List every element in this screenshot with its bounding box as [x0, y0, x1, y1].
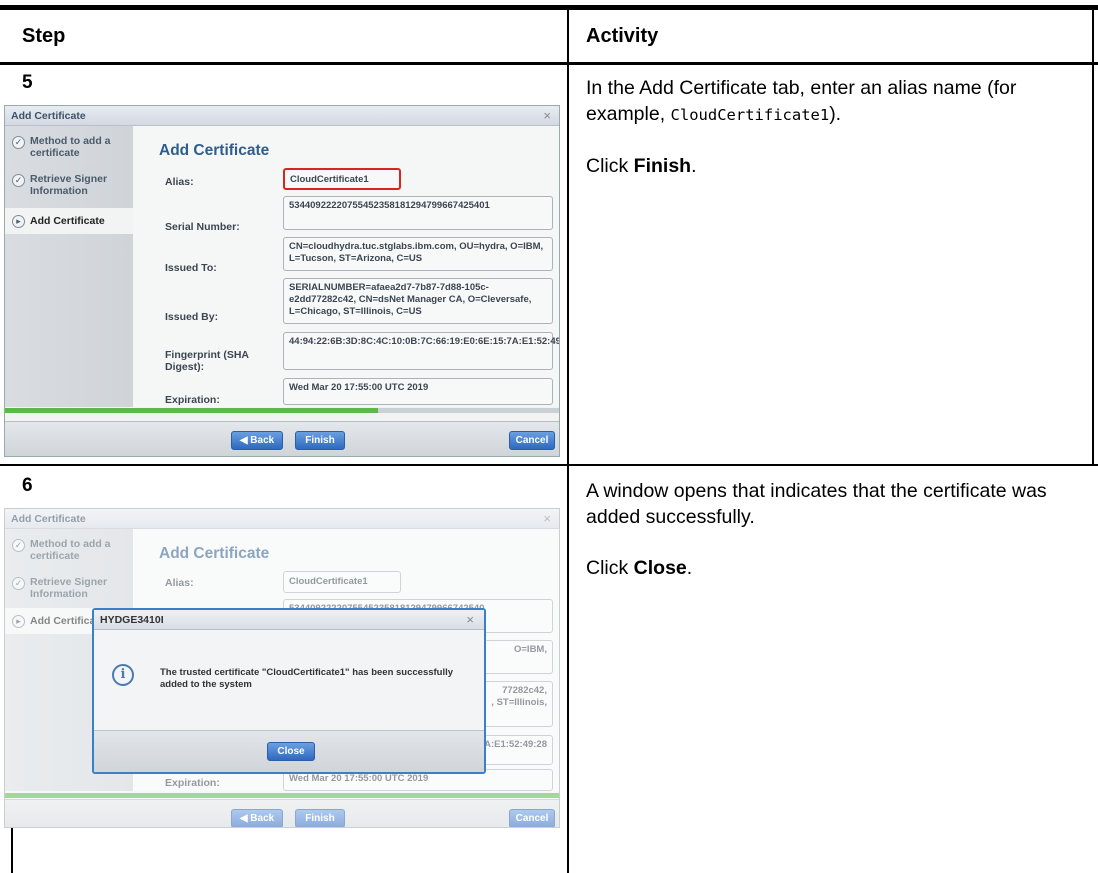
nav-item-method: ✓ Method to add a certificate: [5, 538, 133, 562]
header-activity: Activity: [586, 24, 659, 47]
table-top-rule: [0, 5, 1098, 10]
alias-field: CloudCertificate1: [283, 571, 401, 593]
close-icon: ×: [543, 511, 551, 526]
step-number-5: 5: [22, 72, 33, 93]
cancel-button: Cancel: [509, 809, 555, 827]
dialog-title-bar: Add Certificate ×: [5, 509, 559, 529]
form-heading: Add Certificate: [159, 142, 270, 159]
message-text: The trusted certificate "CloudCertificat…: [160, 667, 454, 690]
table-right-border: [1092, 5, 1094, 466]
nav-item-add-certificate[interactable]: ▸ Add Certificate: [5, 208, 133, 234]
message-footer: Close: [94, 730, 484, 772]
nav-item-method[interactable]: ✓ Method to add a certificate: [5, 135, 133, 159]
instruction-action: Finish: [633, 155, 692, 177]
table-column-divider: [567, 5, 569, 873]
nav-item-retrieve-signer[interactable]: ✓ Retrieve Signer Information: [5, 173, 133, 197]
wizard-nav: ✓ Method to add a certificate ✓ Retrieve…: [5, 126, 133, 407]
instruction-text: Click Close.: [586, 555, 1086, 581]
form-panel: Add Certificate Alias: CloudCertificate1…: [133, 126, 559, 407]
instruction-part: Click: [586, 155, 634, 177]
table-left-border: [11, 828, 13, 873]
table-row-rule: [0, 464, 1098, 466]
instruction-part: Click: [586, 557, 634, 579]
nav-item-label: Method to add a certificate: [30, 538, 111, 562]
wizard-progress-bar: [5, 408, 559, 413]
serial-number-field[interactable]: 53440922220755452358181294799667425401: [283, 196, 553, 230]
activity-text: A window opens that indicates that the c…: [586, 480, 1047, 528]
instruction-text: Click Finish.: [586, 153, 1086, 179]
close-icon[interactable]: ×: [543, 108, 551, 123]
procedure-table: Step Activity 5 Add Certificate × ✓ Meth…: [0, 0, 1098, 873]
dialog-footer: ◀ Back Finish Cancel: [5, 421, 559, 456]
alias-label: Alias:: [165, 176, 194, 188]
check-circle-icon: ✓: [12, 174, 25, 187]
finish-button: Finish: [295, 809, 345, 827]
activity-step-5: In the Add Certificate tab, enter an ali…: [586, 75, 1086, 204]
serial-number-label: Serial Number:: [165, 221, 240, 233]
check-circle-icon: ✓: [12, 539, 25, 552]
wizard-progress-bar: [5, 793, 559, 798]
back-button[interactable]: ◀ Back: [231, 431, 283, 450]
alias-label: Alias:: [165, 577, 194, 589]
instruction-action: Close: [633, 557, 687, 579]
issued-by-label: Issued By:: [165, 311, 219, 323]
close-button[interactable]: Close: [267, 742, 315, 761]
check-circle-icon: ✓: [12, 577, 25, 590]
add-certificate-dialog: Add Certificate × ✓ Method to add a cert…: [4, 105, 560, 457]
nav-item-label: Method to add a certificate: [30, 135, 111, 159]
back-button: ◀ Back: [231, 809, 283, 827]
table-header-rule: [0, 62, 1098, 65]
message-title: HYDGE3410I: [100, 614, 164, 626]
instruction-part: .: [686, 557, 693, 579]
progress-fill: [5, 408, 378, 413]
expiration-label: Expiration:: [165, 394, 220, 406]
instruction-part: .: [691, 155, 697, 177]
dialog-title: Add Certificate: [11, 110, 86, 122]
fingerprint-field[interactable]: 44:94:22:6B:3D:8C:4C:10:0B:7C:66:19:E0:6…: [283, 332, 559, 370]
close-icon[interactable]: ×: [466, 612, 474, 627]
nav-item-label: Retrieve Signer Information: [30, 576, 108, 600]
nav-item-label: Retrieve Signer Information: [30, 173, 108, 197]
alias-example: CloudCertificate1: [670, 106, 830, 124]
activity-text: In the Add Certificate tab, enter an ali…: [586, 75, 1086, 128]
success-message-box: HYDGE3410I × i The trusted certificate "…: [92, 608, 486, 774]
nav-item-retrieve-signer: ✓ Retrieve Signer Information: [5, 576, 133, 600]
issued-to-label: Issued To:: [165, 262, 217, 274]
dialog-title-bar: Add Certificate ×: [5, 106, 559, 126]
activity-step-6: A window opens that indicates that the c…: [586, 478, 1086, 606]
expiration-field[interactable]: Wed Mar 20 17:55:00 UTC 2019: [283, 378, 553, 405]
arrow-circle-icon: ▸: [12, 615, 25, 628]
issued-by-field[interactable]: SERIALNUMBER=afaea2d7-7b87-7d88-105c-e2d…: [283, 278, 553, 324]
nav-item-label: Add Certificate: [30, 215, 105, 227]
dialog-title: Add Certificate: [11, 513, 86, 525]
fingerprint-label: Fingerprint (SHA Digest):: [165, 349, 249, 373]
dialog-footer: ◀ Back Finish Cancel: [5, 799, 559, 827]
finish-button[interactable]: Finish: [295, 431, 345, 450]
step-number-6: 6: [22, 475, 33, 496]
dialog-body: ✓ Method to add a certificate ✓ Retrieve…: [5, 126, 559, 407]
message-title-bar: HYDGE3410I ×: [94, 610, 484, 630]
cancel-button[interactable]: Cancel: [509, 431, 555, 450]
arrow-circle-icon: ▸: [12, 215, 25, 228]
form-heading: Add Certificate: [159, 545, 270, 562]
info-icon: i: [112, 664, 134, 686]
activity-text-part: ).: [829, 103, 842, 125]
expiration-label: Expiration:: [165, 777, 220, 789]
header-step: Step: [22, 24, 66, 47]
alias-field[interactable]: CloudCertificate1: [283, 168, 401, 190]
issued-to-field[interactable]: CN=cloudhydra.tuc.stglabs.ibm.com, OU=hy…: [283, 237, 553, 271]
progress-fill: [5, 793, 559, 798]
check-circle-icon: ✓: [12, 136, 25, 149]
